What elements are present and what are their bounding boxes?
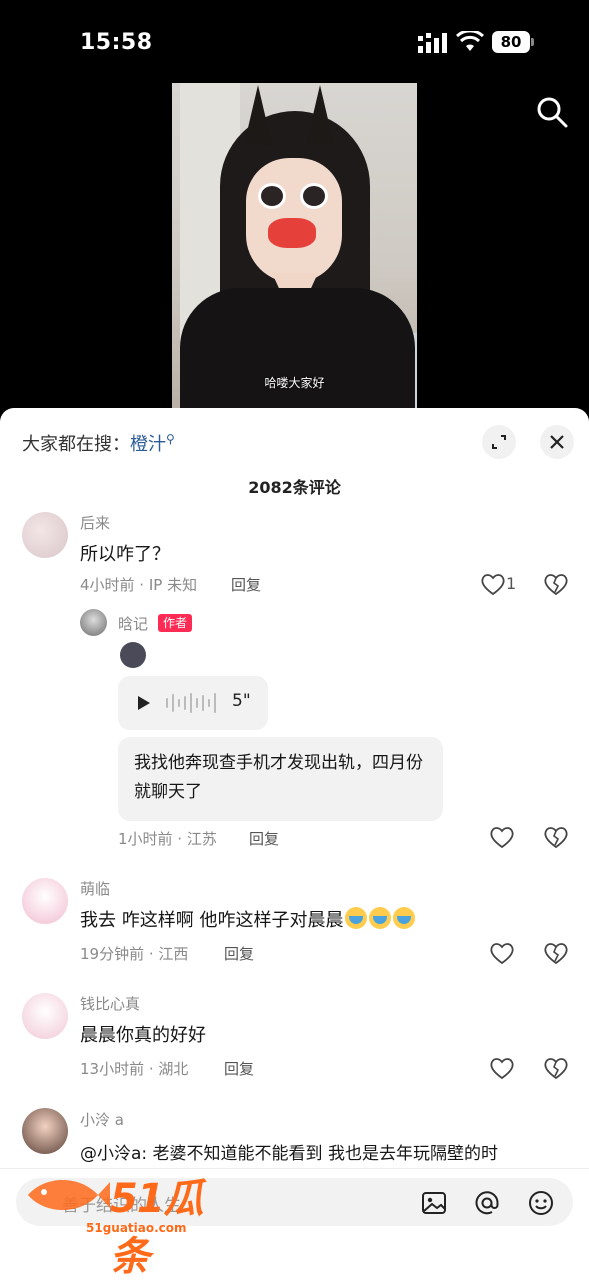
like-heart-icon[interactable] xyxy=(489,941,515,965)
trending-search-keyword[interactable]: 橙汁 xyxy=(130,434,166,455)
author-badge: 作者 xyxy=(158,614,193,632)
comment-text: @小泠a: 老婆不知道能不能看到 我也是去年玩隔壁的时 xyxy=(80,1144,498,1164)
comment-author[interactable]: 钱比心真 xyxy=(80,993,140,1014)
play-icon[interactable] xyxy=(134,693,154,713)
battery-level: 80 xyxy=(492,31,530,53)
close-icon xyxy=(550,435,564,449)
wifi-icon xyxy=(456,31,484,51)
voice-message[interactable]: 5" xyxy=(118,676,268,730)
cellular-signal-icon xyxy=(418,33,447,53)
comment-text: 我去 咋这样啊 他咋这样子对晨晨 xyxy=(80,906,416,932)
mention-icon[interactable] xyxy=(473,1189,501,1217)
comment-author[interactable]: 后来 xyxy=(80,512,110,533)
voice-duration: 5" xyxy=(232,691,251,711)
reply-button[interactable]: 回复 xyxy=(249,828,279,849)
trending-search[interactable]: 大家都在搜：橙汁⚲ xyxy=(22,430,175,456)
battery-icon: 80 xyxy=(492,31,534,53)
avatar[interactable] xyxy=(22,1108,68,1154)
like-heart-icon[interactable] xyxy=(489,1056,515,1080)
comment-text-content: 我去 咋这样啊 他咋这样子对晨晨 xyxy=(80,910,344,931)
comment-meta: 1小时前 · 江苏 xyxy=(118,830,217,848)
comment-text: 晨晨你真的好好 xyxy=(80,1025,206,1046)
comment-meta: 4小时前 · IP 未知 xyxy=(80,576,198,594)
expand-button[interactable] xyxy=(482,425,516,459)
avatar[interactable] xyxy=(22,993,68,1039)
emoji-icon[interactable] xyxy=(527,1189,555,1217)
image-icon[interactable] xyxy=(420,1189,448,1217)
status-time: 15:58 xyxy=(80,30,153,55)
avatar[interactable] xyxy=(80,609,107,636)
search-small-icon: ⚲ xyxy=(166,432,175,446)
waveform-icon xyxy=(166,693,216,713)
comment-count: 2082条评论 xyxy=(248,478,341,497)
reply-button[interactable]: 回复 xyxy=(231,574,261,595)
dislike-broken-heart-icon[interactable] xyxy=(543,941,569,965)
comment-text: 所以咋了？ xyxy=(80,544,170,565)
dislike-broken-heart-icon[interactable] xyxy=(543,572,569,596)
comment-author[interactable]: 小泠 a xyxy=(80,1109,124,1130)
emoji-sticker xyxy=(120,642,146,668)
video-player[interactable]: 哈喽大家好 xyxy=(172,83,417,410)
comment-meta: 13小时前 · 湖北 xyxy=(80,1060,189,1078)
close-button[interactable] xyxy=(540,425,574,459)
comment-meta: 19分钟前 · 江西 xyxy=(80,945,189,963)
crying-emoji-icon xyxy=(369,907,392,929)
comment-author[interactable]: 萌临 xyxy=(80,878,110,899)
crying-emoji-icon xyxy=(345,907,368,929)
comment-sheet: 大家都在搜：橙汁⚲ 2082条评论 后来 所以咋了？ 4小时前 · IP 未知 … xyxy=(0,408,589,1280)
dislike-broken-heart-icon[interactable] xyxy=(543,1056,569,1080)
search-icon[interactable] xyxy=(536,96,568,128)
video-subtitle: 哈喽大家好 xyxy=(264,376,325,390)
status-bar: 15:58 80 xyxy=(0,0,589,82)
expand-icon xyxy=(492,435,506,449)
comment-author[interactable]: 晗记 xyxy=(118,613,148,634)
watermark-url: 51guatiao.com xyxy=(86,1221,187,1235)
crying-emoji-icon xyxy=(393,907,416,929)
reply-button[interactable]: 回复 xyxy=(224,1058,254,1079)
avatar[interactable] xyxy=(22,878,68,924)
like-heart-icon[interactable] xyxy=(480,572,506,596)
like-count: 1 xyxy=(506,574,517,593)
watermark-logo: 51瓜条 51guatiao.com xyxy=(20,1166,230,1280)
reply-button[interactable]: 回复 xyxy=(224,943,254,964)
comment-text: 我找他奔现查手机才发现出轨，四月份就聊天了 xyxy=(118,737,443,821)
like-heart-icon[interactable] xyxy=(489,825,515,849)
trending-search-label: 大家都在搜： xyxy=(22,434,130,455)
avatar[interactable] xyxy=(22,512,68,558)
dislike-broken-heart-icon[interactable] xyxy=(543,825,569,849)
fish-icon xyxy=(28,1180,110,1210)
